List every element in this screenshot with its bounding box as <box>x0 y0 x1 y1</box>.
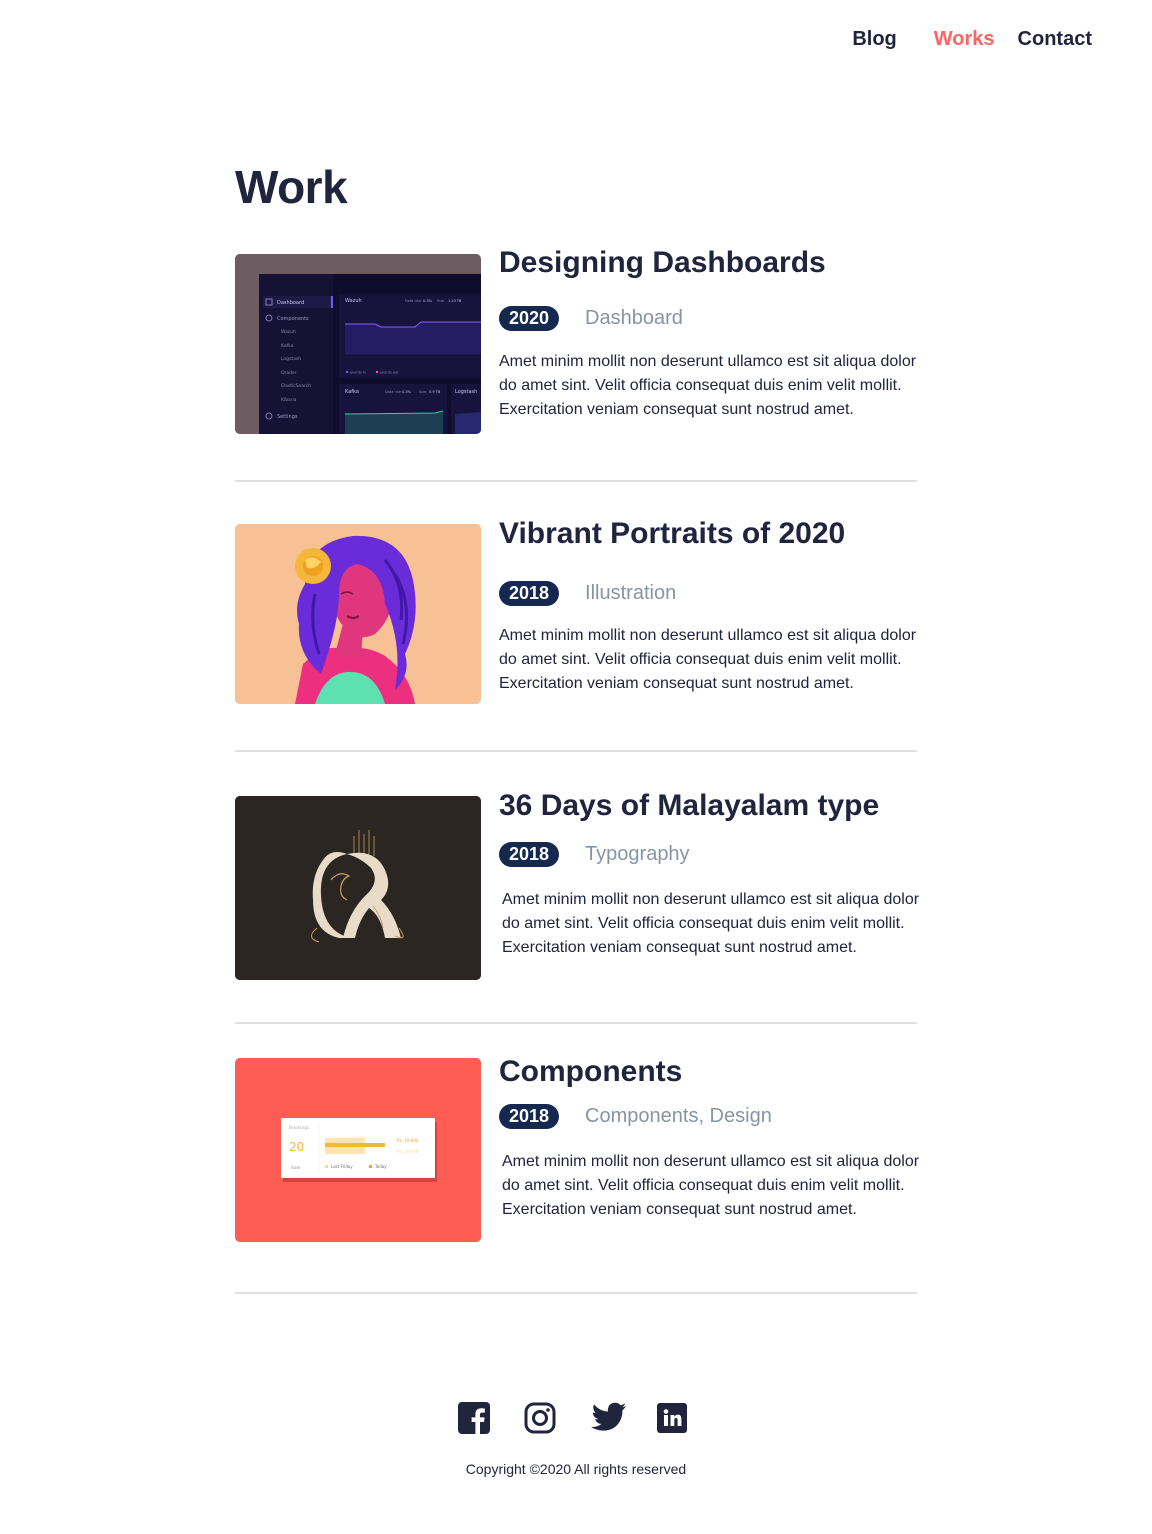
dash-sidebar-components: Components <box>277 316 309 322</box>
page-title: Work <box>235 161 348 213</box>
dash-stat-value: 0.3% <box>402 390 412 394</box>
work-meta: 2018 Illustration <box>499 581 676 606</box>
dashboard-mockup-image: Dashboard Components Wazuh Kafka Logstas… <box>235 254 481 434</box>
work-description: Amet minim mollit non deserunt ullamco e… <box>499 627 917 692</box>
components-card-image: Bookings 20 Sale Rs. 19,800 Rs. 19,970 L… <box>235 1058 481 1242</box>
work-thumbnail-dashboard[interactable]: Dashboard Components Wazuh Kafka Logstas… <box>235 254 481 434</box>
work-title[interactable]: 36 Days of Malayalam type <box>499 789 879 823</box>
dash-sidebar-qrader: Qrader <box>281 370 297 376</box>
card-legend-b: Today <box>374 1164 387 1169</box>
work-description: Amet minim mollit non deserunt ullamco e… <box>502 1153 920 1218</box>
dash-stat-value: 1.23 TB <box>448 299 462 303</box>
portrait-illustration-image <box>235 524 481 704</box>
year-badge: 2018 <box>499 581 560 606</box>
work-meta: 2018 Components, Design <box>499 1104 772 1129</box>
dash-sidebar-logstash: Logstash <box>281 356 301 362</box>
twitter-icon[interactable] <box>590 1402 626 1434</box>
dash-stat-value: 0.3% <box>423 299 433 303</box>
instagram-icon[interactable] <box>524 1402 556 1434</box>
dash-panel-logstash-title: Logstash <box>455 389 477 395</box>
work-thumbnail-components[interactable]: Bookings 20 Sale Rs. 19,800 Rs. 19,970 L… <box>235 1058 481 1242</box>
dash-sidebar-wazuh: Wazuh <box>281 329 296 335</box>
divider <box>235 480 917 482</box>
dash-sidebar-settings: Settings <box>277 414 298 420</box>
year-badge: 2018 <box>499 1104 560 1129</box>
social-links <box>458 1402 688 1434</box>
card-price-a: Rs. 19,800 <box>397 1138 419 1143</box>
dash-legend-in: events in <box>350 371 366 375</box>
card-legend-a: Last Friday <box>331 1164 353 1169</box>
card-sub: Sale <box>291 1165 301 1171</box>
divider <box>235 750 917 752</box>
work-category: Components, Design <box>585 1105 772 1127</box>
work-category: Typography <box>585 843 690 865</box>
work-meta: 2018 Typography <box>499 842 690 867</box>
dash-stat-label: Data rise <box>385 390 401 394</box>
card-price-b: Rs. 19,970 <box>397 1149 419 1154</box>
nav-link-works[interactable]: Works <box>934 28 995 51</box>
work-description: Amet minim mollit non deserunt ullamco e… <box>499 353 917 418</box>
card-value: 20 <box>289 1140 304 1154</box>
copyright-text: Copyright ©2020 All rights reserved <box>465 1461 687 1477</box>
dash-stat-label: Size <box>419 390 426 394</box>
top-nav: Blog Works Contact <box>852 28 1092 51</box>
work-description: Amet minim mollit non deserunt ullamco e… <box>502 891 920 956</box>
year-badge: 2018 <box>499 842 560 867</box>
nav-link-contact[interactable]: Contact <box>1018 28 1092 51</box>
work-meta: 2020 Dashboard <box>499 306 683 331</box>
work-title[interactable]: Vibrant Portraits of 2020 <box>499 517 845 551</box>
work-title[interactable]: Designing Dashboards <box>499 246 826 280</box>
dash-sidebar-kafka: Kafka <box>281 343 294 349</box>
dash-stat-label: Size <box>437 299 444 303</box>
dash-panel-wazuh-title: Wazuh <box>345 298 362 304</box>
dash-stat-value: 0.9 TB <box>429 390 441 394</box>
linkedin-icon[interactable] <box>656 1402 688 1434</box>
dash-sidebar-dashboard: Dashboard <box>277 300 304 306</box>
dash-sidebar-kibana: Kibana <box>281 397 297 403</box>
work-category: Dashboard <box>585 307 683 329</box>
work-category: Illustration <box>585 582 677 604</box>
nav-link-blog[interactable]: Blog <box>852 28 896 51</box>
malayalam-letter-image <box>235 796 481 980</box>
work-thumbnail-portrait[interactable] <box>235 524 481 704</box>
divider <box>235 1022 917 1024</box>
dash-stat-label: Data rise <box>405 299 421 303</box>
work-thumbnail-typography[interactable] <box>235 796 481 980</box>
year-badge: 2020 <box>499 306 560 331</box>
facebook-icon[interactable] <box>458 1402 490 1434</box>
dash-panel-kafka-title: Kafka <box>345 389 359 395</box>
divider <box>235 1292 917 1294</box>
dash-sidebar-elasticsearch: ElasticSearch <box>281 383 311 389</box>
dash-legend-out: events out <box>380 371 399 375</box>
card-label: Bookings <box>289 1125 310 1131</box>
work-title[interactable]: Components <box>499 1055 682 1089</box>
